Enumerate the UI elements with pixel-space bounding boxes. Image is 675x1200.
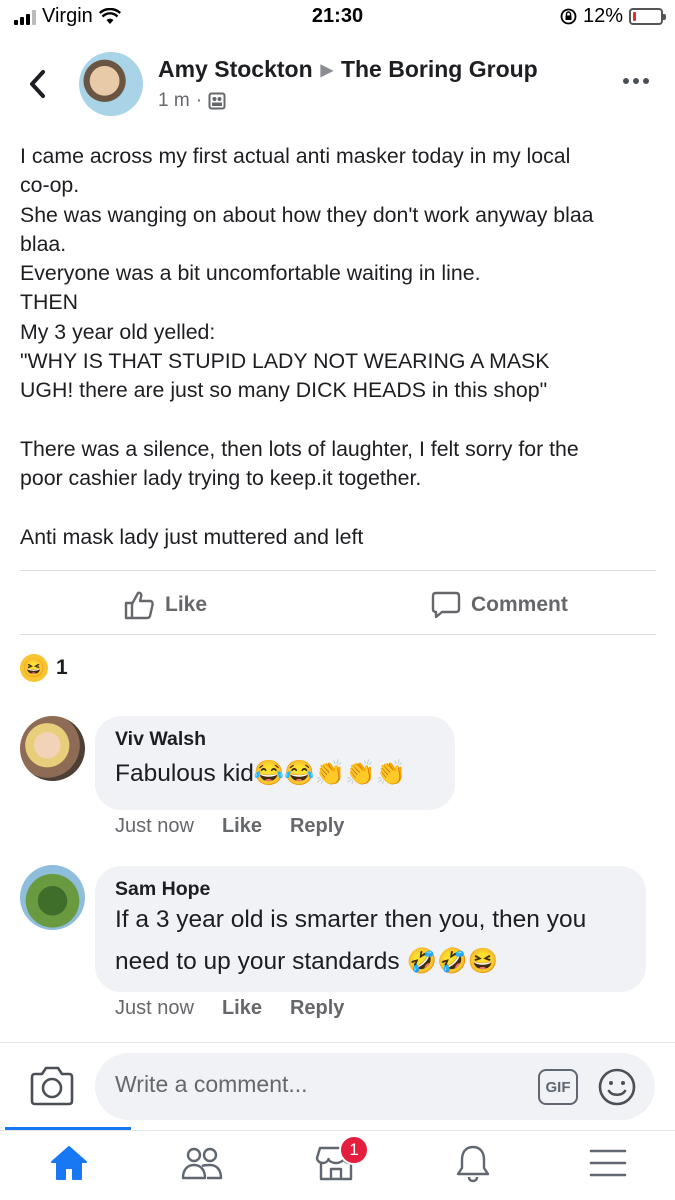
comment-icon (431, 591, 461, 619)
notifications-icon (456, 1145, 490, 1183)
author-line: Amy Stockton ▶ The Boring Group (158, 56, 538, 83)
smiley-icon (598, 1068, 636, 1106)
like-label: Like (165, 593, 208, 616)
commenter-avatar[interactable] (20, 716, 85, 781)
post-body: I came across my first actual anti maske… (20, 142, 660, 552)
post-meta: 1 m · (158, 90, 226, 112)
nav-notifications[interactable] (449, 1140, 497, 1186)
post-text-line: There was a silence, then lots of laught… (20, 436, 579, 461)
arrow-right-icon: ▶ (320, 61, 333, 79)
battery-percent: 12% (582, 5, 623, 27)
emoji-button[interactable] (597, 1067, 637, 1107)
post-timestamp[interactable]: 1 m (158, 90, 190, 112)
comment-input-placeholder[interactable]: Write a comment... (115, 1071, 308, 1098)
post-text-line: I came across my first actual anti maske… (20, 144, 571, 168)
comment-like-button[interactable]: Like (222, 815, 262, 838)
divider (20, 634, 656, 635)
comment-author[interactable]: Viv Walsh (115, 728, 435, 751)
commenter-avatar[interactable] (20, 865, 85, 930)
battery-icon (629, 8, 666, 25)
author-name[interactable]: Amy Stockton (158, 56, 313, 83)
groups-icon (181, 1147, 223, 1180)
nav-menu[interactable] (584, 1140, 632, 1186)
comment-button[interactable]: Comment (431, 585, 568, 625)
comment-reply-button[interactable]: Reply (290, 815, 344, 838)
thumbs-up-icon (124, 591, 154, 620)
comment-text: If a 3 year old is smarter then you, the… (115, 906, 587, 975)
status-bar: Virgin 21:30 12% (0, 0, 675, 36)
comment-author[interactable]: Sam Hope (115, 878, 626, 901)
reaction-count: 1 (56, 656, 68, 679)
comment-reply-button[interactable]: Reply (290, 997, 344, 1020)
camera-button[interactable] (29, 1064, 75, 1108)
orientation-lock-icon (560, 8, 577, 25)
comment-bubble: Sam Hope If a 3 year old is smarter then… (95, 866, 646, 992)
nav-groups[interactable] (178, 1140, 226, 1186)
divider (0, 1130, 675, 1131)
post-text-line: Everyone was a bit uncomfortable waiting… (20, 261, 481, 286)
comment-actions: Just now Like Reply (115, 997, 344, 1020)
group-audience-icon (208, 92, 226, 110)
comment-actions: Just now Like Reply (115, 815, 344, 838)
camera-icon (30, 1066, 74, 1106)
comment-time: Just now (115, 997, 194, 1019)
post-header: Amy Stockton ▶ The Boring Group 1 m · (0, 50, 675, 120)
comment-bubble: Viv Walsh Fabulous kid😂😂👏👏👏 (95, 716, 455, 810)
post-text-line: She was wanging on about how they don't … (20, 202, 594, 227)
home-icon (51, 1146, 87, 1180)
post-text-line: UGH! there are just so many DICK HEADS i… (20, 378, 548, 403)
divider (0, 1042, 675, 1043)
meta-separator: · (195, 90, 203, 111)
post-text-line: blaa. (20, 231, 67, 256)
haha-reaction-icon: 😆 (20, 654, 48, 682)
post-text-line: "WHY IS THAT STUPID LADY NOT WEARING A M… (20, 349, 550, 374)
post-text-line: THEN (20, 290, 78, 315)
menu-icon (589, 1149, 627, 1177)
marketplace-badge: 1 (339, 1135, 369, 1165)
post-text-line: poor cashier lady trying to keep.it toge… (20, 466, 422, 491)
comment-time: Just now (115, 815, 194, 837)
divider (20, 570, 656, 571)
author-avatar[interactable] (79, 52, 143, 116)
comment-label: Comment (471, 593, 568, 616)
post-text-line: co-op. (20, 173, 80, 198)
back-button[interactable] (22, 64, 52, 104)
post-text-line: My 3 year old yelled: (20, 319, 216, 344)
more-options-button[interactable] (623, 78, 649, 84)
battery-level (633, 12, 636, 21)
status-right: 12% (560, 5, 666, 28)
post-text-line: Anti mask lady just muttered and left (20, 524, 364, 549)
like-button[interactable]: Like (123, 585, 207, 625)
comment-text: Fabulous kid😂😂👏👏👏 (115, 760, 407, 787)
reaction-summary[interactable]: 😆 1 (20, 654, 68, 682)
gif-button[interactable]: GIF (538, 1069, 578, 1105)
nav-home[interactable] (45, 1140, 93, 1186)
comment-like-button[interactable]: Like (222, 997, 262, 1020)
group-name[interactable]: The Boring Group (341, 56, 538, 83)
back-arrow-icon (30, 70, 45, 98)
